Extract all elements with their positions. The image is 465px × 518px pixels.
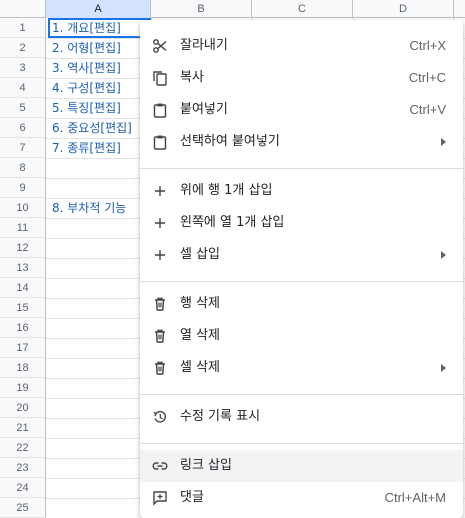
row-header[interactable]: 20 <box>0 398 46 418</box>
row-header[interactable]: 18 <box>0 358 46 378</box>
copy-icon <box>152 70 168 86</box>
menu-item-label: 댓글 <box>180 490 204 505</box>
column-header-d[interactable]: D <box>353 0 454 18</box>
menu-item-label: 행 삭제 <box>180 296 221 311</box>
row-header[interactable]: 22 <box>0 438 46 458</box>
menu-separator <box>140 443 463 444</box>
menu-item-paste[interactable]: 붙여넣기 Ctrl+V <box>140 94 463 126</box>
menu-item-label: 붙여넣기 <box>180 102 228 117</box>
shortcut-text: Ctrl+X <box>409 38 446 53</box>
column-header-a[interactable]: A <box>46 0 151 18</box>
menu-separator <box>140 394 463 395</box>
trash-icon <box>152 328 168 344</box>
menu-item-delete-cells[interactable]: 셀 삭제 <box>140 352 463 384</box>
row-header[interactable]: 15 <box>0 298 46 318</box>
cell-a7[interactable]: 7. 종류[편집] <box>52 138 152 158</box>
row-header[interactable]: 11 <box>0 218 46 238</box>
menu-item-delete-row[interactable]: 행 삭제 <box>140 288 463 320</box>
row-header[interactable]: 4 <box>0 78 46 98</box>
cell-a4[interactable]: 4. 구성[편집] <box>52 78 152 98</box>
menu-item-delete-column[interactable]: 열 삭제 <box>140 320 463 352</box>
menu-item-insert-cells[interactable]: 셀 삽입 <box>140 239 463 271</box>
menu-item-label: 잘라내기 <box>180 38 228 53</box>
menu-item-comment[interactable]: 댓글 Ctrl+Alt+M <box>140 482 463 514</box>
menu-item-label: 위에 행 1개 삽입 <box>180 183 273 198</box>
row-header[interactable]: 14 <box>0 278 46 298</box>
row-header[interactable]: 1 <box>0 18 46 38</box>
menu-separator <box>140 281 463 282</box>
row-header[interactable]: 2 <box>0 38 46 58</box>
shortcut-text: Ctrl+V <box>409 102 446 117</box>
row-header[interactable]: 24 <box>0 478 46 498</box>
row-header[interactable]: 25 <box>0 498 46 518</box>
menu-item-label: 수정 기록 표시 <box>180 409 261 424</box>
column-header-c[interactable]: C <box>252 0 353 18</box>
scissors-icon <box>152 38 168 54</box>
row-header[interactable]: 10 <box>0 198 46 218</box>
menu-item-label: 복사 <box>180 70 204 85</box>
plus-icon <box>152 183 168 199</box>
submenu-arrow-icon <box>441 251 446 259</box>
menu-item-paste-special[interactable]: 선택하여 붙여넣기 <box>140 126 463 158</box>
plus-icon <box>152 215 168 231</box>
menu-item-copy[interactable]: 복사 Ctrl+C <box>140 62 463 94</box>
row-header[interactable]: 6 <box>0 118 46 138</box>
row-header[interactable]: 5 <box>0 98 46 118</box>
menu-item-label: 셀 삭제 <box>180 360 221 375</box>
row-header[interactable]: 21 <box>0 418 46 438</box>
row-header[interactable]: 12 <box>0 238 46 258</box>
cell-a3[interactable]: 3. 역사[편집] <box>52 58 152 78</box>
cell-a10[interactable]: 8. 부차적 기능 <box>52 198 152 218</box>
row-header[interactable]: 3 <box>0 58 46 78</box>
plus-icon <box>152 247 168 263</box>
menu-item-label: 왼쪽에 열 1개 삽입 <box>180 215 285 230</box>
menu-item-label: 선택하여 붙여넣기 <box>180 134 280 149</box>
menu-item-insert-link[interactable]: 링크 삽입 <box>140 450 463 482</box>
row-header[interactable]: 7 <box>0 138 46 158</box>
cell-a6[interactable]: 6. 중요성[편집] <box>52 118 152 138</box>
clipboard-icon <box>152 134 168 150</box>
active-cell-selection <box>48 18 151 38</box>
link-icon <box>152 458 168 474</box>
history-icon <box>152 409 168 425</box>
menu-separator <box>140 168 463 169</box>
comment-add-icon <box>152 490 168 506</box>
select-all-corner[interactable] <box>0 0 46 18</box>
column-header-b[interactable]: B <box>151 0 252 18</box>
cell-a2[interactable]: 2. 어형[편집] <box>52 38 152 58</box>
menu-item-show-edit-history[interactable]: 수정 기록 표시 <box>140 401 463 433</box>
menu-item-insert-column-left[interactable]: 왼쪽에 열 1개 삽입 <box>140 207 463 239</box>
clipboard-icon <box>152 102 168 118</box>
row-header[interactable]: 17 <box>0 338 46 358</box>
menu-item-cut[interactable]: 잘라내기 Ctrl+X <box>140 30 463 62</box>
menu-item-label: 링크 삽입 <box>180 458 232 473</box>
row-header[interactable]: 23 <box>0 458 46 478</box>
cell-a5[interactable]: 5. 특징[편집] <box>52 98 152 118</box>
menu-item-label: 셀 삽입 <box>180 247 221 262</box>
submenu-arrow-icon <box>441 364 446 372</box>
row-header[interactable]: 16 <box>0 318 46 338</box>
row-header[interactable]: 8 <box>0 158 46 178</box>
trash-icon <box>152 296 168 312</box>
trash-icon <box>152 360 168 376</box>
menu-item-insert-row-above[interactable]: 위에 행 1개 삽입 <box>140 175 463 207</box>
shortcut-text: Ctrl+Alt+M <box>384 490 446 505</box>
submenu-arrow-icon <box>441 138 446 146</box>
context-menu: 잘라내기 Ctrl+X 복사 Ctrl+C 붙여넣기 Ctrl+V 선택하여 붙… <box>140 20 463 518</box>
shortcut-text: Ctrl+C <box>408 70 446 85</box>
row-header[interactable]: 19 <box>0 378 46 398</box>
row-header[interactable]: 9 <box>0 178 46 198</box>
menu-item-label: 열 삭제 <box>180 328 221 343</box>
row-header[interactable]: 13 <box>0 258 46 278</box>
